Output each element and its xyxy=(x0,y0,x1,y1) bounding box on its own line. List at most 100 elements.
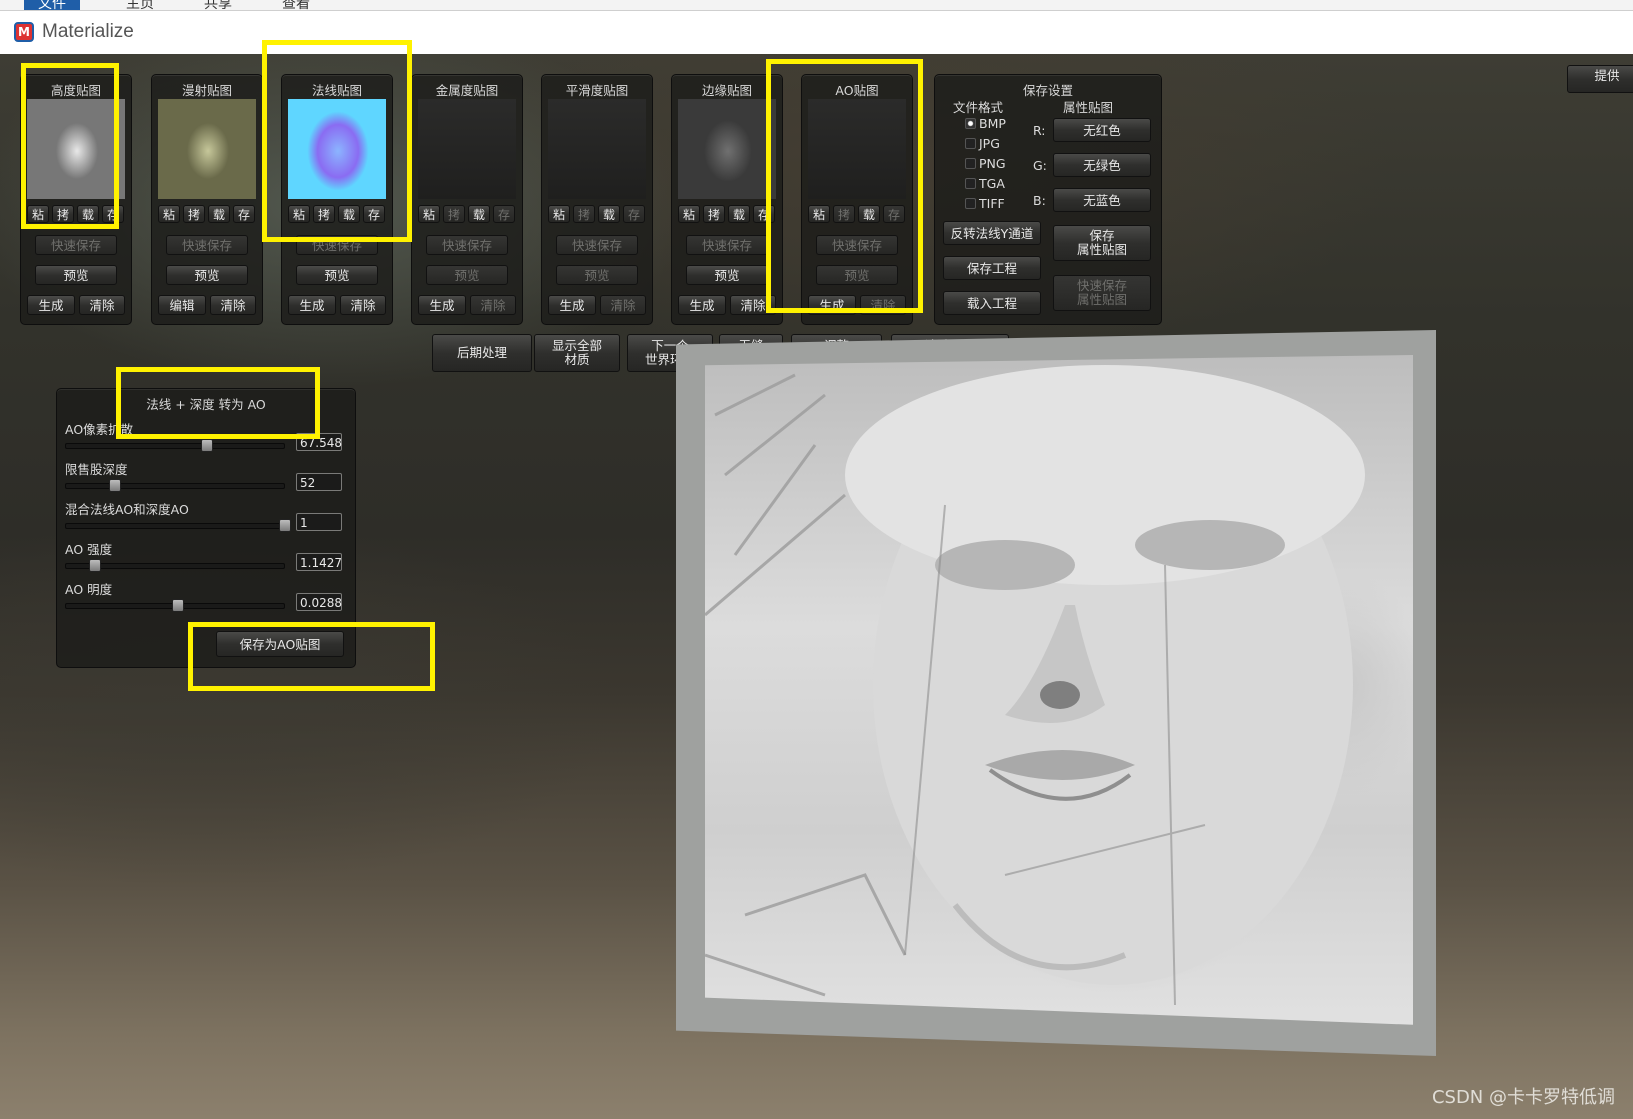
smoothness-map-quick-save-button[interactable]: 快速保存 xyxy=(556,235,638,255)
channel-g-select[interactable]: 无绿色 xyxy=(1053,153,1151,177)
blend-normal-depth-ao-slider-handle[interactable] xyxy=(279,519,291,532)
height-map-preview-button[interactable]: 预览 xyxy=(35,265,117,285)
metallic-map-copy-button[interactable]: 拷 xyxy=(443,205,465,223)
blend-normal-depth-ao-value-field[interactable]: 1 xyxy=(296,513,342,531)
normal-map-load-button[interactable]: 载 xyxy=(338,205,360,223)
metallic-map-quick-save-button[interactable]: 快速保存 xyxy=(426,235,508,255)
ao-map-load-button[interactable]: 载 xyxy=(858,205,880,223)
depth-value-field[interactable]: 52 xyxy=(296,473,342,491)
menu-tab-view[interactable]: 查看 xyxy=(268,0,324,10)
ao-map-copy-button[interactable]: 拷 xyxy=(833,205,855,223)
normal-map-clear-button[interactable]: 清除 xyxy=(340,295,386,315)
ao-pixel-spread-value-field[interactable]: 67.548 xyxy=(296,433,342,451)
diffuse-map-load-button[interactable]: 载 xyxy=(208,205,230,223)
ao-strength-slider-handle[interactable] xyxy=(89,559,102,572)
height-map-copy-button[interactable]: 拷 xyxy=(52,205,74,223)
height-map-thumbnail[interactable] xyxy=(27,99,125,199)
normal-map-paste-button[interactable]: 粘 xyxy=(288,205,310,223)
normal-map-copy-button[interactable]: 拷 xyxy=(313,205,335,223)
format-radio-tga[interactable]: TGA xyxy=(965,176,1005,191)
menu-tab-share[interactable]: 共享 xyxy=(190,0,246,10)
format-radio-png[interactable]: PNG xyxy=(965,156,1006,171)
save-project-button[interactable]: 保存工程 xyxy=(943,256,1041,280)
edge-map-preview-button[interactable]: 预览 xyxy=(686,265,768,285)
ao-pixel-spread-slider-handle[interactable] xyxy=(200,439,213,452)
edge-map-paste-button[interactable]: 粘 xyxy=(678,205,700,223)
ao-strength-slider[interactable] xyxy=(65,559,285,572)
smoothness-map-clear-button[interactable]: 清除 xyxy=(600,295,646,315)
height-map-clear-button[interactable]: 清除 xyxy=(79,295,125,315)
normal-map-save-button[interactable]: 存 xyxy=(363,205,385,223)
ao-brightness-slider-handle[interactable] xyxy=(172,599,185,612)
ao-strength-value-field[interactable]: 1.1427 xyxy=(296,553,342,571)
diffuse-map-edit-button[interactable]: 编辑 xyxy=(158,295,206,315)
depth-slider-handle[interactable] xyxy=(108,479,121,492)
height-map-generate-button[interactable]: 生成 xyxy=(27,295,75,315)
diffuse-map-copy-button[interactable]: 拷 xyxy=(183,205,205,223)
edge-map-thumbnail[interactable] xyxy=(678,99,776,199)
format-radio-jpg[interactable]: JPG xyxy=(965,136,1000,151)
metallic-map-thumbnail[interactable] xyxy=(418,99,516,199)
diffuse-map-quick-save-button[interactable]: 快速保存 xyxy=(166,235,248,255)
diffuse-map-clear-button[interactable]: 清除 xyxy=(210,295,256,315)
metallic-map-load-button[interactable]: 载 xyxy=(468,205,490,223)
ao-pixel-spread-slider[interactable] xyxy=(65,439,285,452)
ao-map-preview-button[interactable]: 预览 xyxy=(816,265,898,285)
ao-map-quick-save-button[interactable]: 快速保存 xyxy=(816,235,898,255)
height-map-load-button[interactable]: 载 xyxy=(77,205,99,223)
channel-r-select[interactable]: 无红色 xyxy=(1053,118,1151,142)
smoothness-map-load-button[interactable]: 载 xyxy=(598,205,620,223)
save-as-ao-map-button[interactable]: 保存为AO贴图 xyxy=(216,631,344,657)
format-radio-bmp[interactable]: BMP xyxy=(965,116,1006,131)
metallic-map-paste-button[interactable]: 粘 xyxy=(418,205,440,223)
height-map-paste-button[interactable]: 粘 xyxy=(27,205,49,223)
save-property-map-button[interactable]: 保存 属性贴图 xyxy=(1053,225,1151,261)
diffuse-map-thumbnail[interactable] xyxy=(158,99,256,199)
smoothness-map-paste-button[interactable]: 粘 xyxy=(548,205,570,223)
smoothness-map-copy-button[interactable]: 拷 xyxy=(573,205,595,223)
ao-map-clear-button[interactable]: 清除 xyxy=(860,295,906,315)
edge-map-copy-button[interactable]: 拷 xyxy=(703,205,725,223)
diffuse-map-save-button[interactable]: 存 xyxy=(233,205,255,223)
normal-map-thumbnail[interactable] xyxy=(288,99,386,199)
ao-map-paste-button[interactable]: 粘 xyxy=(808,205,830,223)
diffuse-map-preview-button[interactable]: 预览 xyxy=(166,265,248,285)
edge-map-load-button[interactable]: 载 xyxy=(728,205,750,223)
right-panel-tab[interactable]: 提供 xyxy=(1567,65,1633,93)
menu-tab-home[interactable]: 主页 xyxy=(112,0,168,10)
ao-map-thumbnail[interactable] xyxy=(808,99,906,199)
height-map-save-button[interactable]: 存 xyxy=(102,205,124,223)
ao-map-generate-button[interactable]: 生成 xyxy=(808,295,856,315)
diffuse-map-paste-button[interactable]: 粘 xyxy=(158,205,180,223)
smoothness-map-save-button[interactable]: 存 xyxy=(623,205,645,223)
depth-slider[interactable] xyxy=(65,479,285,492)
metallic-map-generate-button[interactable]: 生成 xyxy=(418,295,466,315)
format-radio-tiff[interactable]: TIFF xyxy=(965,196,1005,211)
show-all-materials-button[interactable]: 显示全部 材质 xyxy=(534,334,620,372)
edge-map-quick-save-button[interactable]: 快速保存 xyxy=(686,235,768,255)
smoothness-map-preview-button[interactable]: 预览 xyxy=(556,265,638,285)
metallic-map-clear-button[interactable]: 清除 xyxy=(470,295,516,315)
normal-map-quick-save-button[interactable]: 快速保存 xyxy=(296,235,378,255)
flip-normal-y-button[interactable]: 反转法线Y通道 xyxy=(943,221,1041,245)
metallic-map-save-button[interactable]: 存 xyxy=(493,205,515,223)
blend-normal-depth-ao-slider[interactable] xyxy=(65,519,291,532)
quick-save-property-map-button[interactable]: 快速保存 属性贴图 xyxy=(1053,275,1151,311)
smoothness-map-generate-button[interactable]: 生成 xyxy=(548,295,596,315)
normal-map-generate-button[interactable]: 生成 xyxy=(288,295,336,315)
smoothness-map-thumbnail[interactable] xyxy=(548,99,646,199)
edge-map-clear-button[interactable]: 清除 xyxy=(730,295,776,315)
ao-map-save-button[interactable]: 存 xyxy=(883,205,905,223)
metallic-map-preview-button[interactable]: 预览 xyxy=(426,265,508,285)
normal-map-preview-button[interactable]: 预览 xyxy=(296,265,378,285)
edge-map-save-button[interactable]: 存 xyxy=(753,205,775,223)
edge-map-generate-button[interactable]: 生成 xyxy=(678,295,726,315)
ao-brightness-value-field[interactable]: 0.0288 xyxy=(296,593,342,611)
material-preview-plane[interactable] xyxy=(705,355,1413,1025)
channel-b-select[interactable]: 无蓝色 xyxy=(1053,188,1151,212)
height-map-quick-save-button[interactable]: 快速保存 xyxy=(35,235,117,255)
ao-brightness-slider[interactable] xyxy=(65,599,285,612)
load-project-button[interactable]: 载入工程 xyxy=(943,291,1041,315)
post-process-button[interactable]: 后期处理 xyxy=(432,334,532,372)
menu-tab-file[interactable]: 文件 xyxy=(24,0,80,10)
